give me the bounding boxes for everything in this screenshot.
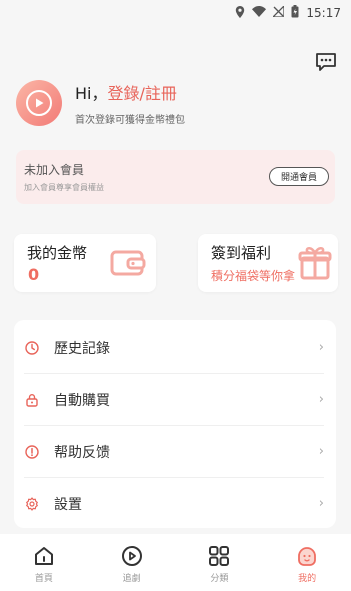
gear-icon [24,496,40,512]
play-logo-icon [26,90,52,116]
home-icon [34,547,53,565]
gift-icon [298,244,332,284]
menu-item-label: 自動購買 [54,392,110,409]
tab-category[interactable]: 分類 [176,534,264,591]
menu-item-label: 歷史記錄 [54,340,110,357]
avatar[interactable] [16,80,62,126]
bottom-tab-bar: 首頁 追劇 分類 我的 [0,534,351,591]
coins-value: 0 [28,265,40,284]
profile-face-icon [298,547,317,566]
clock-icon [24,340,40,356]
coins-title: 我的金幣 [27,244,88,262]
my-coins-card[interactable]: 我的金幣 0 [14,234,156,292]
login-register-link[interactable]: 登錄/註冊 [107,84,176,103]
tab-home[interactable]: 首頁 [0,534,88,591]
lock-icon [24,392,40,408]
clock-time: 15:17 [306,6,341,20]
battery-icon [291,5,299,21]
chevron-right-icon: › [318,444,324,459]
play-icon [121,546,142,566]
open-membership-button[interactable]: 開通會員 [269,167,329,186]
no-signal-icon [271,4,286,20]
vip-description: 加入會員尊享會員權益 [24,183,104,192]
location-icon [235,5,245,21]
checkin-rewards-card[interactable]: 簽到福利 積分福袋等你拿 [198,234,338,292]
wifi-icon [252,6,267,20]
chevron-right-icon: › [318,340,324,355]
tab-mine[interactable]: 我的 [263,534,351,591]
wallet-icon [110,248,146,282]
greeting-text: Hi， [75,84,108,103]
chat-bubble-icon [316,53,336,71]
chevron-right-icon: › [318,496,324,511]
status-bar: 15:17 [0,0,351,26]
tab-drama[interactable]: 追劇 [88,534,176,591]
tab-label: 分類 [210,574,229,584]
menu-item-label: 設置 [54,496,82,513]
profile-section: Hi，登錄/註冊 首次登錄可獲得金幣禮包 [16,80,185,126]
menu-item-history[interactable]: 歷史記錄 › [24,322,324,373]
menu-item-settings[interactable]: 設置 › [24,478,324,529]
settings-menu: 歷史記錄 › 自動購買 › 帮助反馈 › 設置 › [14,320,336,528]
vip-title: 未加入會員 [24,163,85,177]
checkin-title: 簽到福利 [211,244,272,262]
grid-icon [209,546,230,566]
message-button[interactable] [315,52,337,72]
checkin-subtitle: 積分福袋等你拿 [211,269,296,283]
menu-item-auto-purchase[interactable]: 自動購買 › [24,374,324,425]
tab-label: 追劇 [122,574,141,584]
menu-item-label: 帮助反馈 [54,444,110,461]
greeting-line: Hi，登錄/註冊 [75,80,185,104]
tab-label: 我的 [298,574,317,584]
alert-icon [24,444,40,460]
menu-item-help-feedback[interactable]: 帮助反馈 › [24,426,324,477]
chevron-right-icon: › [318,392,324,407]
tab-label: 首頁 [34,574,53,584]
vip-banner: 未加入會員 加入會員尊享會員權益 開通會員 [16,150,335,204]
login-bonus-text: 首次登錄可獲得金幣禮包 [75,115,185,126]
